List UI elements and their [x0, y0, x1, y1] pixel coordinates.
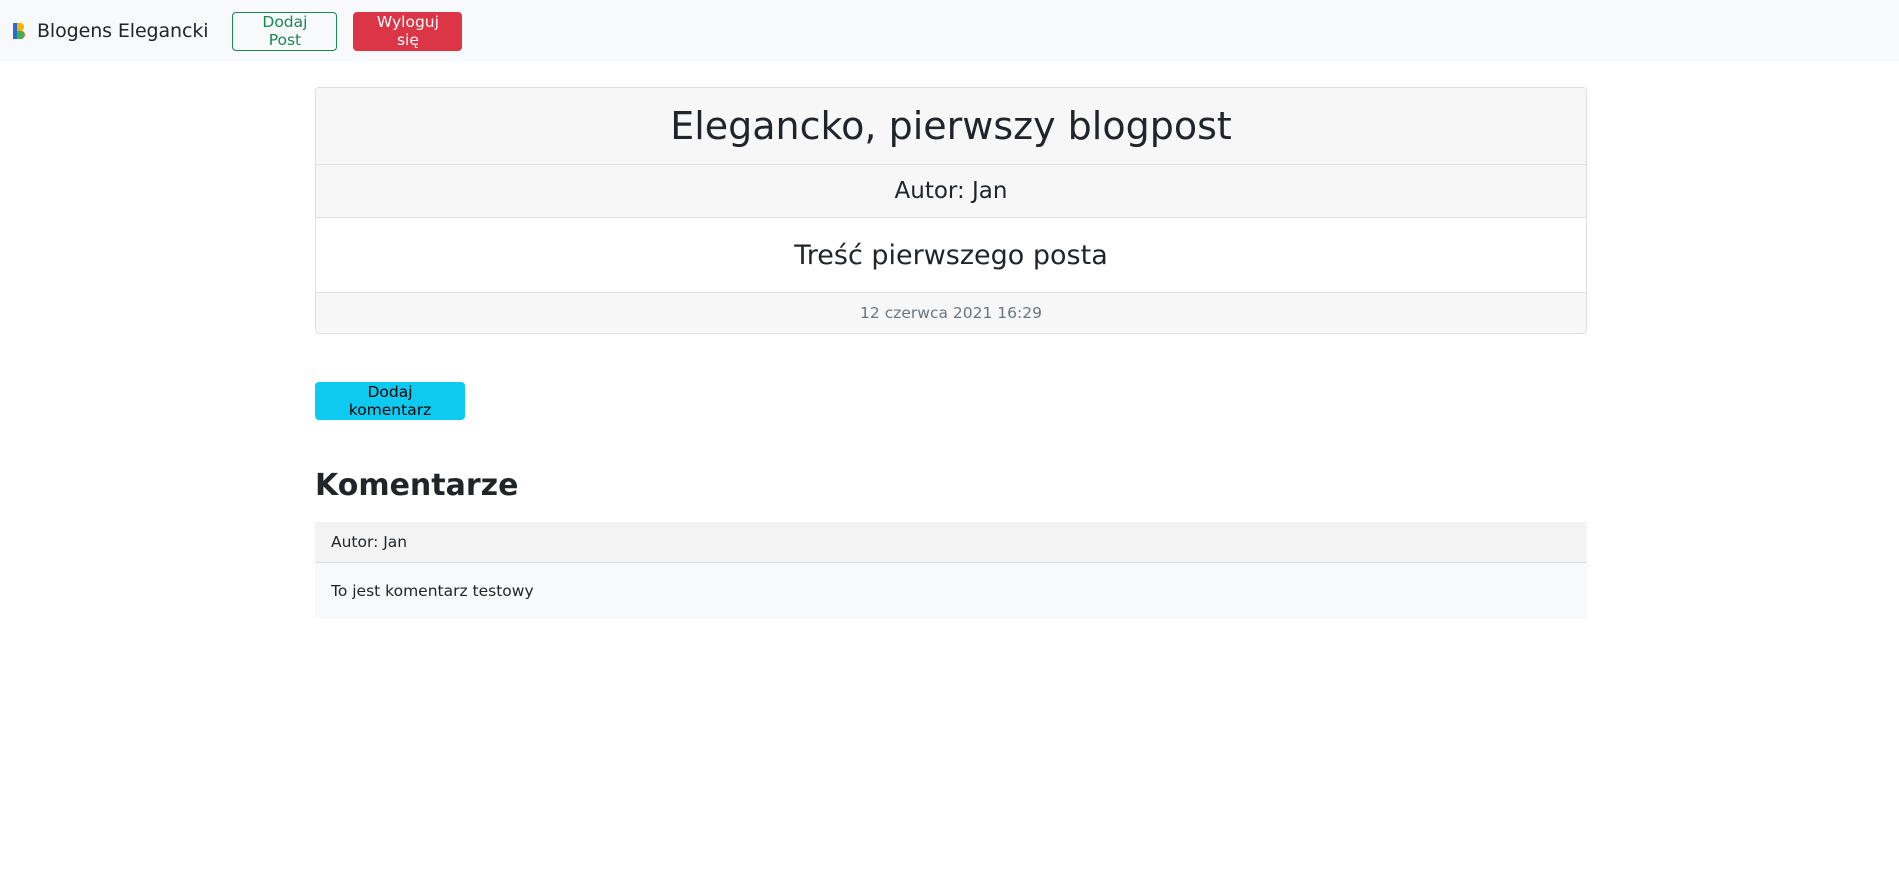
post-author: Autor: Jan — [316, 165, 1586, 218]
add-comment-button[interactable]: Dodaj komentarz — [315, 382, 465, 420]
navbar: Blogens Elegancki Dodaj Post Wyloguj się — [0, 0, 1899, 62]
comment-author: Autor: Jan — [315, 522, 1587, 563]
post-title: Elegancko, pierwszy blogpost — [670, 104, 1232, 148]
post-title-row: Elegancko, pierwszy blogpost — [316, 88, 1586, 165]
brand-link[interactable]: Blogens Elegancki — [11, 20, 209, 42]
brand-logo-icon — [13, 23, 26, 40]
comments-heading: Komentarze — [315, 468, 519, 503]
comment-item: Autor: Jan To jest komentarz testowy — [315, 522, 1587, 619]
brand-name: Blogens Elegancki — [37, 20, 209, 42]
comment-text: To jest komentarz testowy — [331, 582, 534, 600]
post-card: Elegancko, pierwszy blogpost Autor: Jan … — [315, 87, 1587, 334]
add-post-button[interactable]: Dodaj Post — [232, 11, 338, 51]
logout-button[interactable]: Wyloguj się — [353, 11, 463, 51]
post-content: Treść pierwszego posta — [316, 218, 1586, 293]
post-date: 12 czerwca 2021 16:29 — [316, 293, 1586, 333]
